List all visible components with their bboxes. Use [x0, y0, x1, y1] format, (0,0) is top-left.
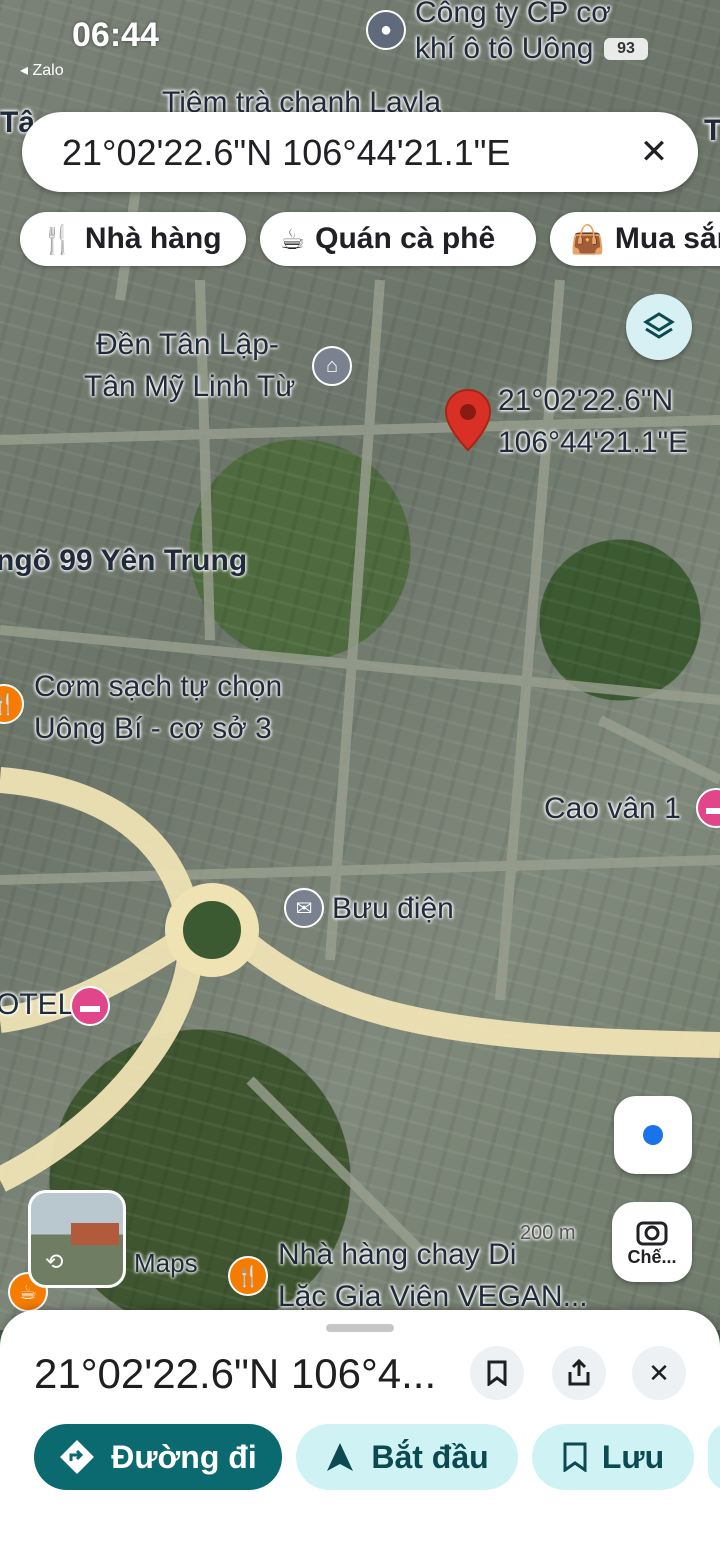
restaurant-poi-icon-2[interactable]: 🍴	[228, 1256, 268, 1296]
status-bar: 06:44 ◂ Zalo 93	[0, 0, 720, 90]
pin-label-lat: 21°02'22.6"N	[498, 384, 674, 417]
chip-shopping[interactable]: 👜 Mua sắm	[550, 212, 720, 266]
shopping-bag-icon: 👜	[570, 223, 605, 255]
layers-button[interactable]	[626, 294, 692, 360]
street-label-ngo-99: ngõ 99 Yên Trung	[0, 544, 248, 577]
bookmark-icon	[563, 1442, 587, 1472]
coffee-icon: ☕	[280, 223, 306, 255]
chip-cafes[interactable]: ☕ Quán cà phê	[260, 212, 536, 266]
chip-label: Quán cà phê	[315, 222, 496, 255]
category-chips: 🍴 Nhà hàng ☕ Quán cà phê 👜 Mua sắm	[0, 212, 720, 268]
directions-label: Đường đi	[111, 1438, 257, 1475]
hotel-poi-icon-2[interactable]: ▬	[70, 986, 110, 1026]
lens-button[interactable]: Chế...	[612, 1202, 692, 1282]
bookmark-icon	[487, 1360, 507, 1386]
temple-icon[interactable]: ⌂	[312, 346, 352, 386]
map-pin-icon[interactable]	[443, 388, 493, 452]
status-time: 06:44	[72, 16, 159, 54]
poi-label-cao-van[interactable]: Cao vân 1	[544, 790, 681, 828]
save-button[interactable]: Lưu	[532, 1424, 694, 1490]
close-icon: ✕	[648, 1357, 670, 1388]
drag-handle[interactable]	[326, 1324, 394, 1332]
save-label: Lưu	[601, 1438, 665, 1475]
share-icon	[568, 1359, 590, 1386]
directions-icon	[60, 1440, 95, 1474]
my-location-button[interactable]	[614, 1096, 692, 1174]
rotate-360-icon: ⟲	[45, 1249, 64, 1274]
location-dot-icon	[643, 1125, 663, 1145]
chip-label: Nhà hàng	[84, 222, 222, 255]
street-label-right-edge: T	[704, 114, 720, 147]
mail-poi-icon[interactable]: ✉	[284, 888, 324, 928]
highway	[0, 767, 720, 1192]
chip-restaurants[interactable]: 🍴 Nhà hàng	[20, 212, 246, 266]
place-title: 21°02'22.6"N 106°4...	[34, 1350, 437, 1397]
lens-label: Chế...	[627, 1246, 677, 1267]
start-label: Bắt đầu	[371, 1438, 489, 1475]
back-to-app-link[interactable]: ◂ Zalo	[20, 60, 64, 80]
close-icon[interactable]: ✕	[630, 128, 678, 176]
poi-label-den-line2[interactable]: Tân Mỹ Linh Từ	[84, 368, 295, 406]
close-sheet-button[interactable]: ✕	[632, 1346, 686, 1400]
directions-button[interactable]: Đường đi	[34, 1424, 282, 1490]
save-bookmark-button[interactable]	[470, 1346, 524, 1400]
house-shape	[71, 1223, 119, 1245]
poi-label-buu-dien[interactable]: Bưu điện	[332, 890, 454, 928]
more-actions-chip[interactable]	[708, 1424, 720, 1490]
start-button[interactable]: Bắt đầu	[296, 1424, 518, 1490]
poi-label-den[interactable]: Đền Tân Lập-	[96, 326, 279, 364]
road-network	[0, 159, 720, 1254]
poi-label-com-sach[interactable]: Cơm sạch tự chọn	[34, 668, 282, 706]
place-bottom-sheet[interactable]: 21°02'22.6"N 106°4... ✕ Đường đi Bắt đầu…	[0, 1310, 720, 1560]
scale-label: 200 m	[520, 1222, 576, 1244]
roundabout	[165, 883, 259, 977]
poi-label-hotel[interactable]: OTEL	[0, 986, 74, 1024]
street-view-thumbnail[interactable]: ⟲	[28, 1190, 126, 1288]
navigation-arrow-icon	[327, 1443, 354, 1471]
share-button[interactable]	[552, 1346, 606, 1400]
search-bar[interactable]: 21°02'22.6"N 106°44'21.1"E ✕	[22, 112, 698, 192]
maps-watermark: Maps	[134, 1248, 198, 1278]
map-view[interactable]: Công ty CP cơ khí ô tô Uông ● Tiệm trà c…	[0, 0, 720, 1330]
search-query[interactable]: 21°02'22.6"N 106°44'21.1"E	[62, 132, 510, 174]
layers-icon	[643, 312, 675, 339]
poi-label-com-sach-line2[interactable]: Uông Bí - cơ sở 3	[34, 710, 272, 748]
poi-label-nha-hang-chay[interactable]: Nhà hàng chay Di	[278, 1236, 516, 1274]
restaurant-icon: 🍴	[40, 223, 75, 255]
battery-indicator: 93	[604, 38, 648, 60]
chip-label: Mua sắm	[614, 222, 720, 255]
pin-label-lng: 106°44'21.1"E	[498, 426, 689, 459]
camera-icon	[636, 1221, 668, 1245]
